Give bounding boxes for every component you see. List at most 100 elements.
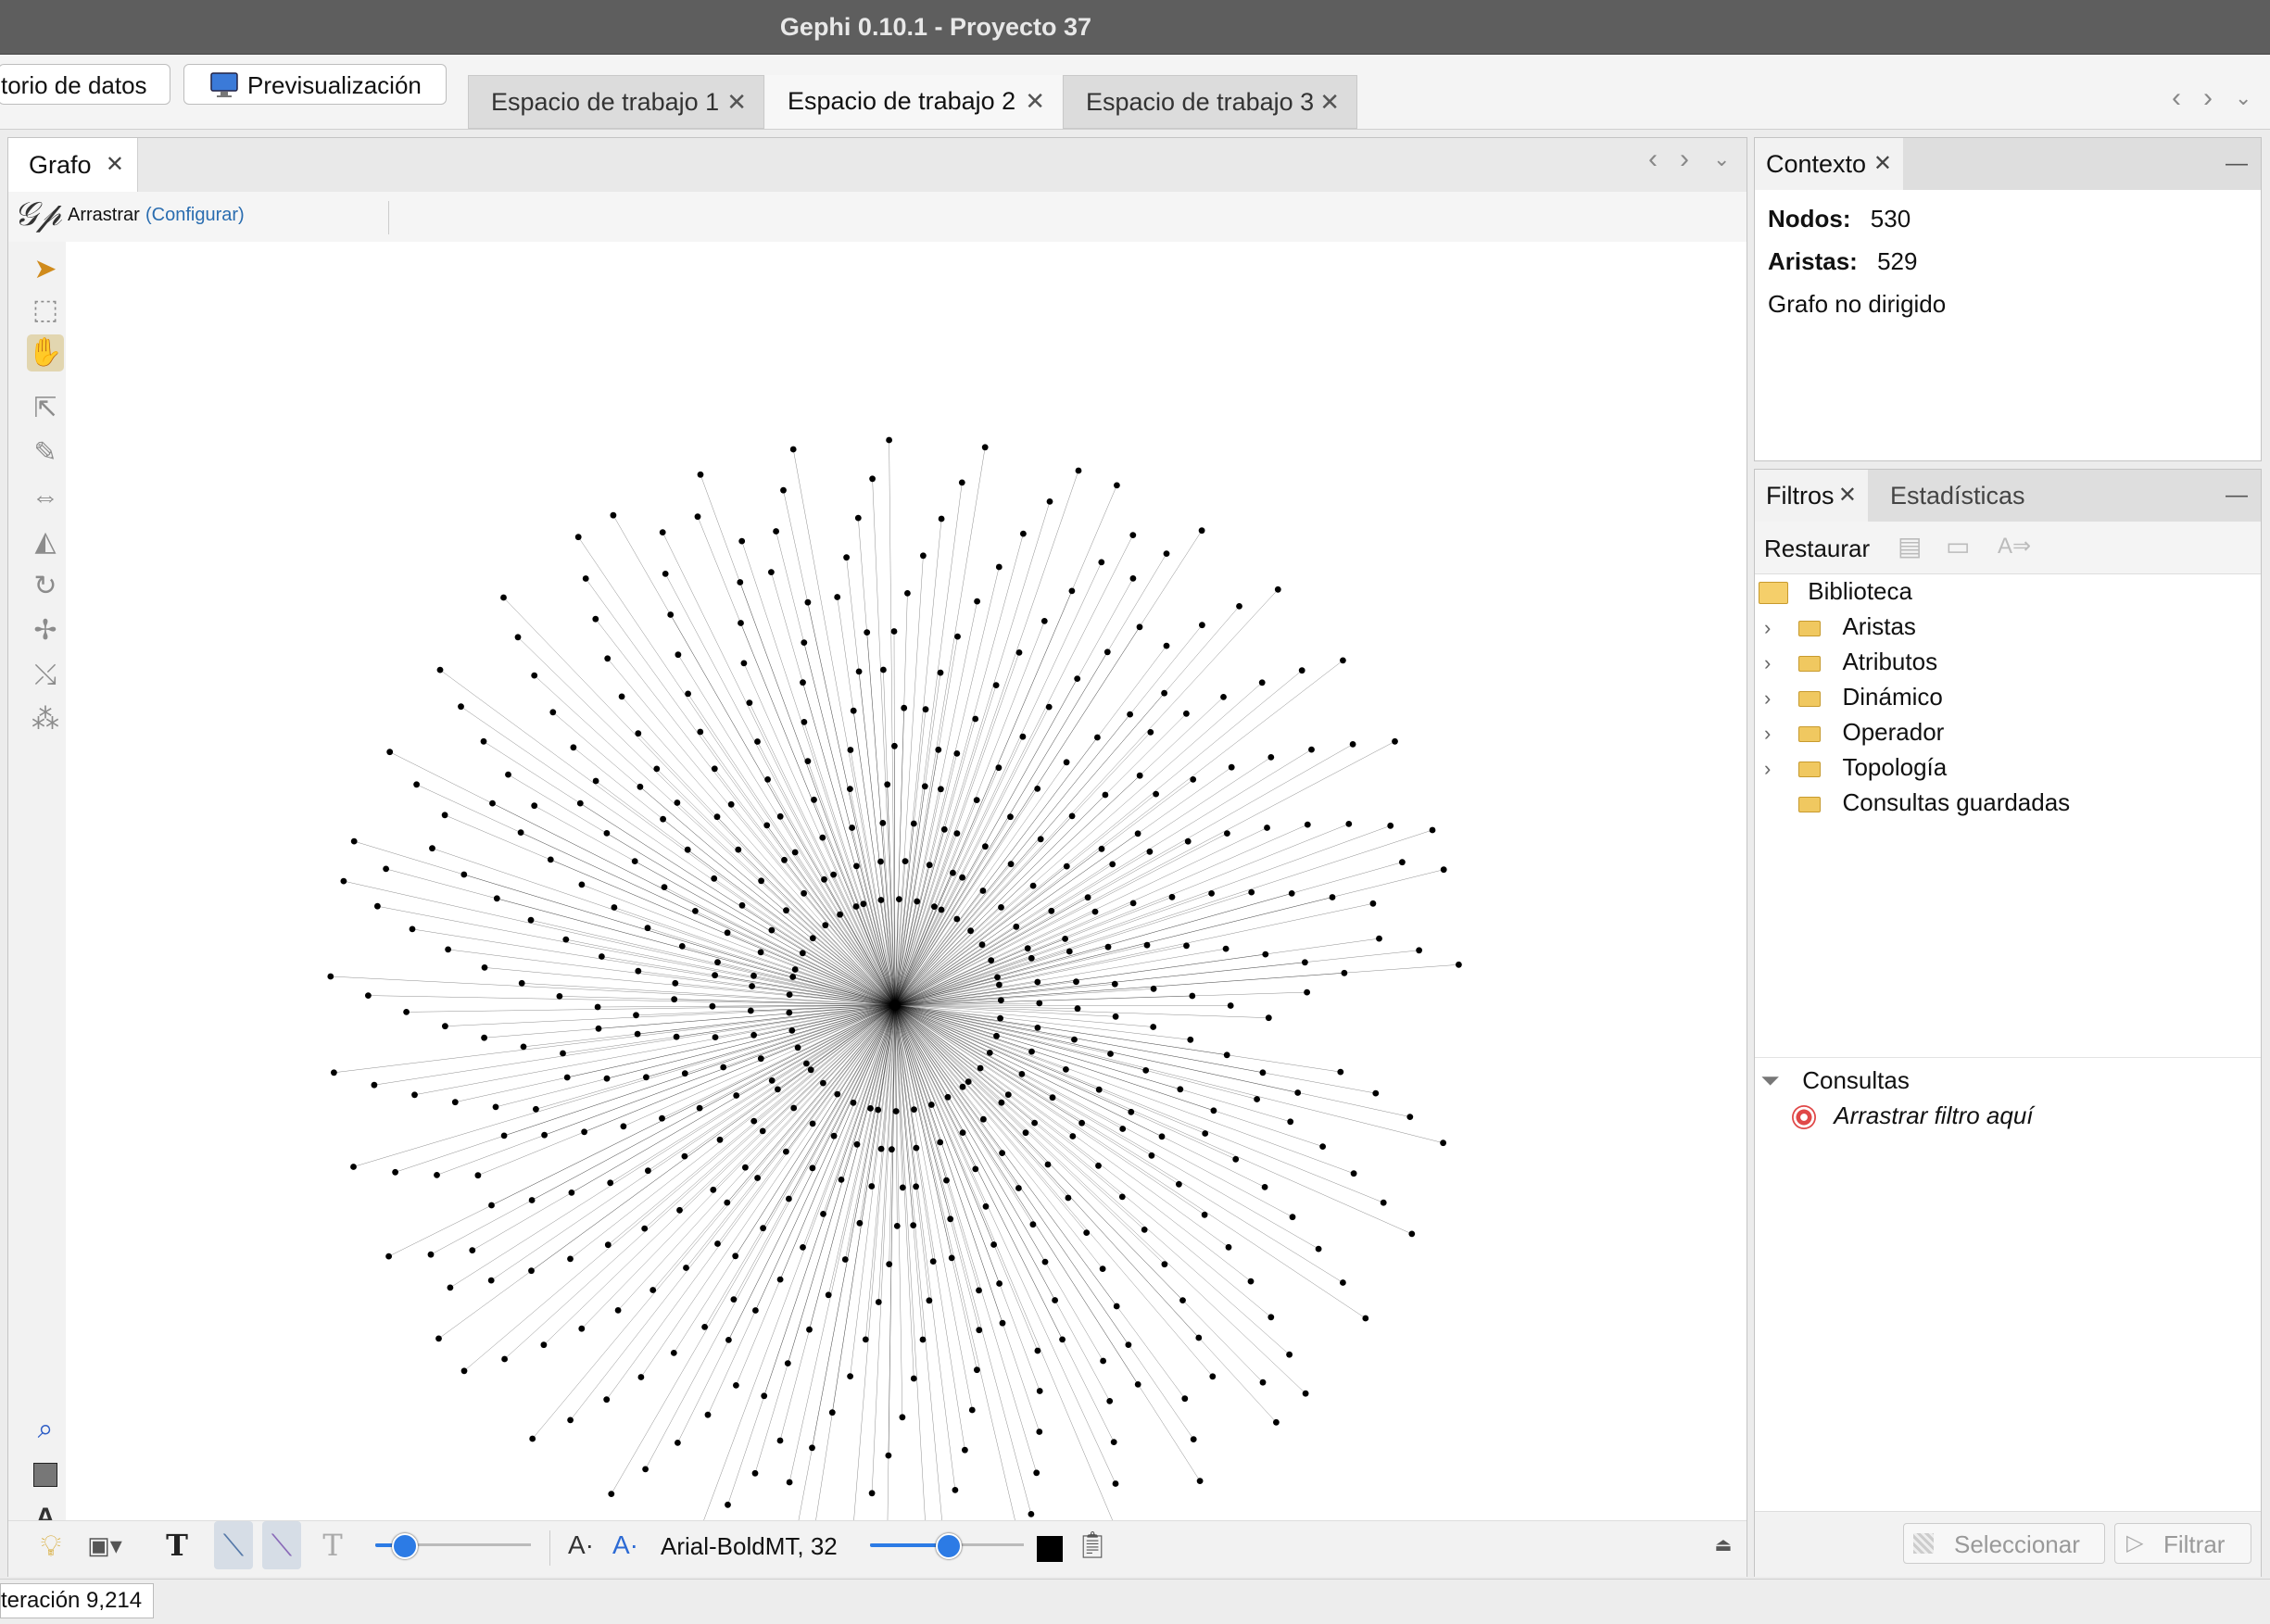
graph-node[interactable] [943,1177,950,1184]
graph-node[interactable] [611,904,618,911]
graph-node[interactable] [856,1219,864,1227]
graph-node[interactable] [661,884,668,890]
graph-node[interactable] [794,1044,801,1051]
graph-node[interactable] [1125,1341,1132,1348]
graph-node[interactable] [1068,812,1076,820]
graph-node[interactable] [1274,585,1281,593]
graph-node[interactable] [760,1225,766,1232]
graph-node[interactable] [979,888,987,894]
chevron-right-icon[interactable]: › [2203,82,2213,114]
graph-node[interactable] [752,1307,759,1314]
graph-node[interactable] [791,849,799,856]
graph-node[interactable] [1069,1133,1077,1139]
graph-node[interactable] [976,1327,983,1334]
graph-node[interactable] [527,916,535,924]
chevron-left-icon[interactable]: ‹ [2172,82,2181,114]
graph-node[interactable] [659,529,666,535]
graph-node[interactable] [786,1009,793,1016]
graph-node[interactable] [672,979,679,987]
library-item-topologia[interactable]: › Topología [1764,749,1947,785]
graph-node[interactable] [331,1069,337,1076]
auto-refresh-icon[interactable]: A⇒ [1998,533,2031,560]
graph-node[interactable] [1289,1214,1296,1221]
graph-node[interactable] [869,475,876,483]
graph-node[interactable] [599,953,605,960]
tab-statistics[interactable]: Estadísticas [1868,470,2035,522]
font-label[interactable]: Arial-BoldMT, 32 [661,1532,838,1561]
graph-node[interactable] [445,946,451,953]
graph-node[interactable] [727,800,735,808]
graph-node[interactable] [834,594,841,600]
select-button[interactable]: Seleccionar [1903,1523,2105,1564]
graph-node[interactable] [1037,836,1044,843]
graph-node[interactable] [1111,980,1118,988]
graph-node[interactable] [972,1165,979,1173]
graph-node[interactable] [1304,988,1310,996]
graph-node[interactable] [1129,900,1137,907]
graph-node[interactable] [801,639,808,646]
graph-node[interactable] [1129,575,1137,582]
graph-node[interactable] [950,869,956,876]
graph-node[interactable] [954,633,961,640]
graph-node[interactable] [1196,1478,1204,1484]
graph-node[interactable] [1071,1036,1078,1043]
graph-node[interactable] [825,1291,832,1299]
graph-node[interactable] [1440,866,1447,874]
graph-node[interactable] [953,915,961,923]
graph-node[interactable] [578,881,586,888]
graph-node[interactable] [365,992,372,999]
graph-node[interactable] [738,537,746,545]
graph-node[interactable] [1406,1114,1414,1120]
graph-node[interactable] [637,1374,645,1380]
graph-node[interactable] [780,486,787,494]
graph-node[interactable] [789,446,797,453]
graph-node[interactable] [1104,943,1112,950]
graph-node[interactable] [867,1105,874,1112]
graph-node[interactable] [776,1437,784,1444]
graph-node[interactable] [481,964,488,971]
graph-node[interactable] [547,856,554,863]
graph-node[interactable] [549,709,557,716]
library-item-atributos[interactable]: › Atributos [1764,644,1937,679]
minimize-icon[interactable]: — [2226,483,2248,509]
graph-node[interactable] [977,1064,984,1072]
graph-node[interactable] [670,1350,677,1356]
graph-node[interactable] [1028,1511,1035,1517]
graph-node[interactable] [944,1093,952,1101]
graph-node[interactable] [804,598,812,606]
close-icon[interactable]: ✕ [1025,75,1045,127]
graph-node[interactable] [1004,1091,1012,1098]
graph-node[interactable] [1106,1398,1114,1404]
add-edge-icon[interactable]: ⤯ [27,657,64,694]
graph-node[interactable] [1223,1051,1230,1059]
graph-node[interactable] [1066,948,1073,955]
graph-node[interactable] [1031,1119,1038,1127]
graph-node[interactable] [1315,1245,1322,1253]
graph-node[interactable] [1095,1086,1103,1093]
graph-node[interactable] [1304,821,1311,828]
graph-node[interactable] [834,1090,841,1098]
graph-node[interactable] [1075,467,1082,474]
graph-node[interactable] [592,777,599,785]
graph-node[interactable] [675,651,682,659]
graph-node[interactable] [1118,1193,1126,1201]
graph-node[interactable] [643,1074,649,1081]
graph-node[interactable] [684,846,691,853]
graph-node[interactable] [850,707,857,714]
graph-node[interactable] [763,822,771,829]
graph-node[interactable] [327,973,334,980]
graph-node[interactable] [733,1092,740,1099]
graph-node[interactable] [1129,532,1137,538]
graph-node[interactable] [724,929,731,937]
graph-node[interactable] [1078,1119,1085,1127]
graph-node[interactable] [786,1195,792,1202]
graph-node[interactable] [529,1435,536,1442]
workspace-tab-3[interactable]: Espacio de trabajo 3 ✕ [1063,75,1357,129]
graph-node[interactable] [1119,1126,1127,1132]
graph-node[interactable] [1176,1180,1182,1188]
graph-node[interactable] [392,1168,398,1176]
graph-node[interactable] [1429,826,1436,834]
graph-node[interactable] [1161,689,1167,697]
graph-node[interactable] [910,820,917,827]
graph-node[interactable] [1261,1184,1268,1190]
